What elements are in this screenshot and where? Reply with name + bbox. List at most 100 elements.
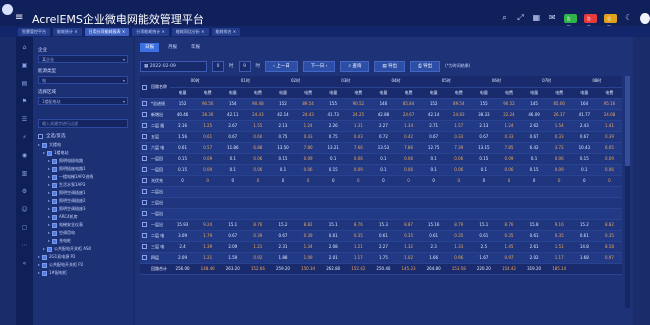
table-row[interactable]: 二层出 xyxy=(140,186,622,198)
tab-4[interactable]: 能耗同比分析 ✕ xyxy=(171,27,209,36)
table-row[interactable]: 一层回 0.15 0.09 0.1 0.06 0.1 0.06 0.15 0.09 0.1 0.06… xyxy=(140,164,622,176)
tree-node[interactable]: ▸ 公共配电开关柜 P2 xyxy=(38,261,128,269)
tree-caret-icon[interactable]: ▸ xyxy=(38,261,40,269)
tree-node[interactable]: ▸ 空调用电 xyxy=(38,229,128,237)
row-checkbox[interactable] xyxy=(141,145,147,151)
row-checkbox[interactable] xyxy=(141,101,147,107)
row-checkbox[interactable] xyxy=(141,156,147,162)
row-checkbox[interactable] xyxy=(141,134,147,140)
expand-icon[interactable]: ⤢ xyxy=(516,13,525,23)
table-row[interactable]: 五层 1.56 0.61 0.67 0.60 0.75 0.43 0.75 0.43 0.72 0.… xyxy=(140,131,622,143)
tree-caret-icon[interactable]: ▸ xyxy=(38,253,40,261)
search-icon[interactable]: ⌕ xyxy=(500,13,509,23)
tree-caret-icon[interactable]: ▸ xyxy=(48,237,50,245)
tree-checkbox[interactable] xyxy=(42,142,48,148)
row-checkbox[interactable] xyxy=(141,167,147,173)
tree-node[interactable]: ▸ 充电桩 xyxy=(38,237,128,245)
row-checkbox[interactable] xyxy=(141,200,147,206)
tree-node[interactable]: ▸ 2G1双电源 P2 xyxy=(38,253,128,261)
tree-caret-icon[interactable]: ▸ xyxy=(48,157,50,165)
tree-caret-icon[interactable]: ▸ xyxy=(48,181,50,189)
row-checkbox[interactable] xyxy=(141,112,147,118)
tree-checkbox[interactable] xyxy=(52,230,58,236)
monitor-icon[interactable]: ▣ xyxy=(16,59,33,73)
alarm-badge-yellow[interactable]: 告警 xyxy=(604,13,618,30)
user-icon[interactable]: ☺ xyxy=(16,203,33,217)
more-icon[interactable]: ⋯ xyxy=(16,239,33,253)
collapse-icon[interactable]: « xyxy=(16,257,33,271)
tree-checkbox[interactable] xyxy=(52,182,58,188)
tab-3[interactable]: 分项能耗统计 ✕ xyxy=(132,27,169,36)
table-row[interactable]: 一层回 0.15 0.09 0.1 0.06 0.15 0.09 0.1 0.06 0.1 0.06… xyxy=(140,153,622,165)
settings-icon[interactable]: ⚙ xyxy=(16,185,33,199)
tree-caret-icon[interactable]: ▸ xyxy=(48,213,50,221)
table-scrollbar-thumb[interactable] xyxy=(625,76,630,166)
tree-caret-icon[interactable]: ▸ xyxy=(43,245,45,253)
chat-icon[interactable]: ✉ xyxy=(548,13,557,23)
table-scrollbar[interactable] xyxy=(625,76,630,308)
tree-node[interactable]: ▸ 大楼电 xyxy=(38,141,128,149)
alarm-icon[interactable]: ⚑ xyxy=(16,95,33,109)
next-day-button[interactable]: 下一日 › xyxy=(302,60,336,72)
tree-checkbox[interactable] xyxy=(52,214,58,220)
tree-caret-icon[interactable]: ▸ xyxy=(48,165,50,173)
row-checkbox-cell[interactable] xyxy=(140,175,148,187)
report-icon[interactable]: ☰ xyxy=(16,113,33,127)
energy-icon[interactable]: ⚡ xyxy=(16,131,33,145)
row-checkbox-cell[interactable] xyxy=(140,153,148,165)
tree-checkbox[interactable] xyxy=(52,166,58,172)
table-row[interactable]: 六层 电 0.61 0.57 11.86 6.88 13.50 7.80 13.21 7.66 1… xyxy=(140,142,622,154)
tab-monthly[interactable]: 月报 xyxy=(163,43,182,52)
tab-2[interactable]: 日用分项能耗报表 ✕ xyxy=(84,27,130,36)
tree-checkbox[interactable] xyxy=(52,222,58,228)
table-row[interactable]: 四层 2.09 1.21 1.59 0.92 1.88 1.09 2.01 1.17 1.75 1.… xyxy=(140,252,622,264)
tab-0[interactable]: 智慧管控平台 xyxy=(18,27,50,36)
device-icon[interactable]: ▥ xyxy=(16,167,33,181)
tab-1[interactable]: 能耗统计 ✕ xyxy=(53,27,82,36)
tree-node[interactable]: ▸ 一楼电梯1AP2进线 xyxy=(38,173,128,181)
tree-checkbox[interactable] xyxy=(47,246,53,252)
row-checkbox[interactable] xyxy=(141,123,147,129)
tree-checkbox[interactable] xyxy=(47,150,53,156)
tree-caret-icon[interactable]: ▸ xyxy=(43,149,45,157)
tree-node[interactable]: ▸ ARC4机房 xyxy=(38,213,128,221)
check-all[interactable]: 全选/反选 xyxy=(38,133,128,139)
tree-node[interactable]: ▸ 照明电插电路 xyxy=(38,157,128,165)
row-checkbox-cell[interactable] xyxy=(140,241,148,253)
tab-5[interactable]: 能耗排名 ✕ xyxy=(211,27,241,36)
tree-caret-icon[interactable]: ▸ xyxy=(48,189,50,197)
table-row[interactable]: 一层出 15.93 9.24 15.1 8.76 15.2 8.82 15.1 8.76 15.3… xyxy=(140,219,622,231)
home-icon[interactable]: ⌂ xyxy=(16,41,33,55)
from-hour-input[interactable]: 0 xyxy=(212,60,224,72)
prev-day-button[interactable]: ‹ 上一日 xyxy=(265,60,298,72)
table-row[interactable]: *总进线 152 90.56 154 90.48 152 89.54 155 90.52 146 8… xyxy=(140,98,622,110)
row-checkbox-cell[interactable] xyxy=(140,219,148,231)
tree-checkbox[interactable] xyxy=(52,206,58,212)
tree-node[interactable]: ▸ 生活水泵1AP3 xyxy=(38,181,128,189)
row-checkbox[interactable] xyxy=(141,222,147,228)
region-select[interactable]: 1楼配电站 xyxy=(38,97,128,105)
tree-caret-icon[interactable]: ▸ xyxy=(48,197,50,205)
tree-checkbox[interactable] xyxy=(52,158,58,164)
tree-checkbox[interactable] xyxy=(52,198,58,204)
tree-filter-input[interactable]: 输入关键字进行过滤 xyxy=(38,119,128,128)
alarm-badge-green[interactable]: 告警 xyxy=(563,13,577,30)
row-checkbox[interactable] xyxy=(141,255,147,261)
table-row[interactable]: 三层 电 2.4 1.39 2.09 1.21 2.31 1.34 2.08 1.21 2.27 1… xyxy=(140,241,622,253)
tree-node[interactable]: ▸ 照明空调插座3 xyxy=(38,205,128,213)
tree-node[interactable]: ▸ 照明插座电路1 xyxy=(38,165,128,173)
tab-yearly[interactable]: 年报 xyxy=(186,43,205,52)
tree-checkbox[interactable] xyxy=(52,174,58,180)
tree-node[interactable]: ▸ 1#配电柜 xyxy=(38,269,128,277)
tree-checkbox[interactable] xyxy=(42,270,48,276)
tree-checkbox[interactable] xyxy=(42,262,48,268)
date-picker[interactable]: ▦ 2022-02-09 xyxy=(140,60,207,72)
tree-caret-icon[interactable]: ▸ xyxy=(48,229,50,237)
row-checkbox-cell[interactable] xyxy=(140,98,148,110)
tree-caret-icon[interactable]: ▸ xyxy=(48,173,50,181)
tree-node[interactable]: ▸ 公共配电开关柜 AS0 xyxy=(38,245,128,253)
select-all-checkbox[interactable] xyxy=(141,84,147,90)
row-checkbox-cell[interactable] xyxy=(140,186,148,198)
tree-caret-icon[interactable]: ▸ xyxy=(48,205,50,213)
tree-checkbox[interactable] xyxy=(52,190,58,196)
